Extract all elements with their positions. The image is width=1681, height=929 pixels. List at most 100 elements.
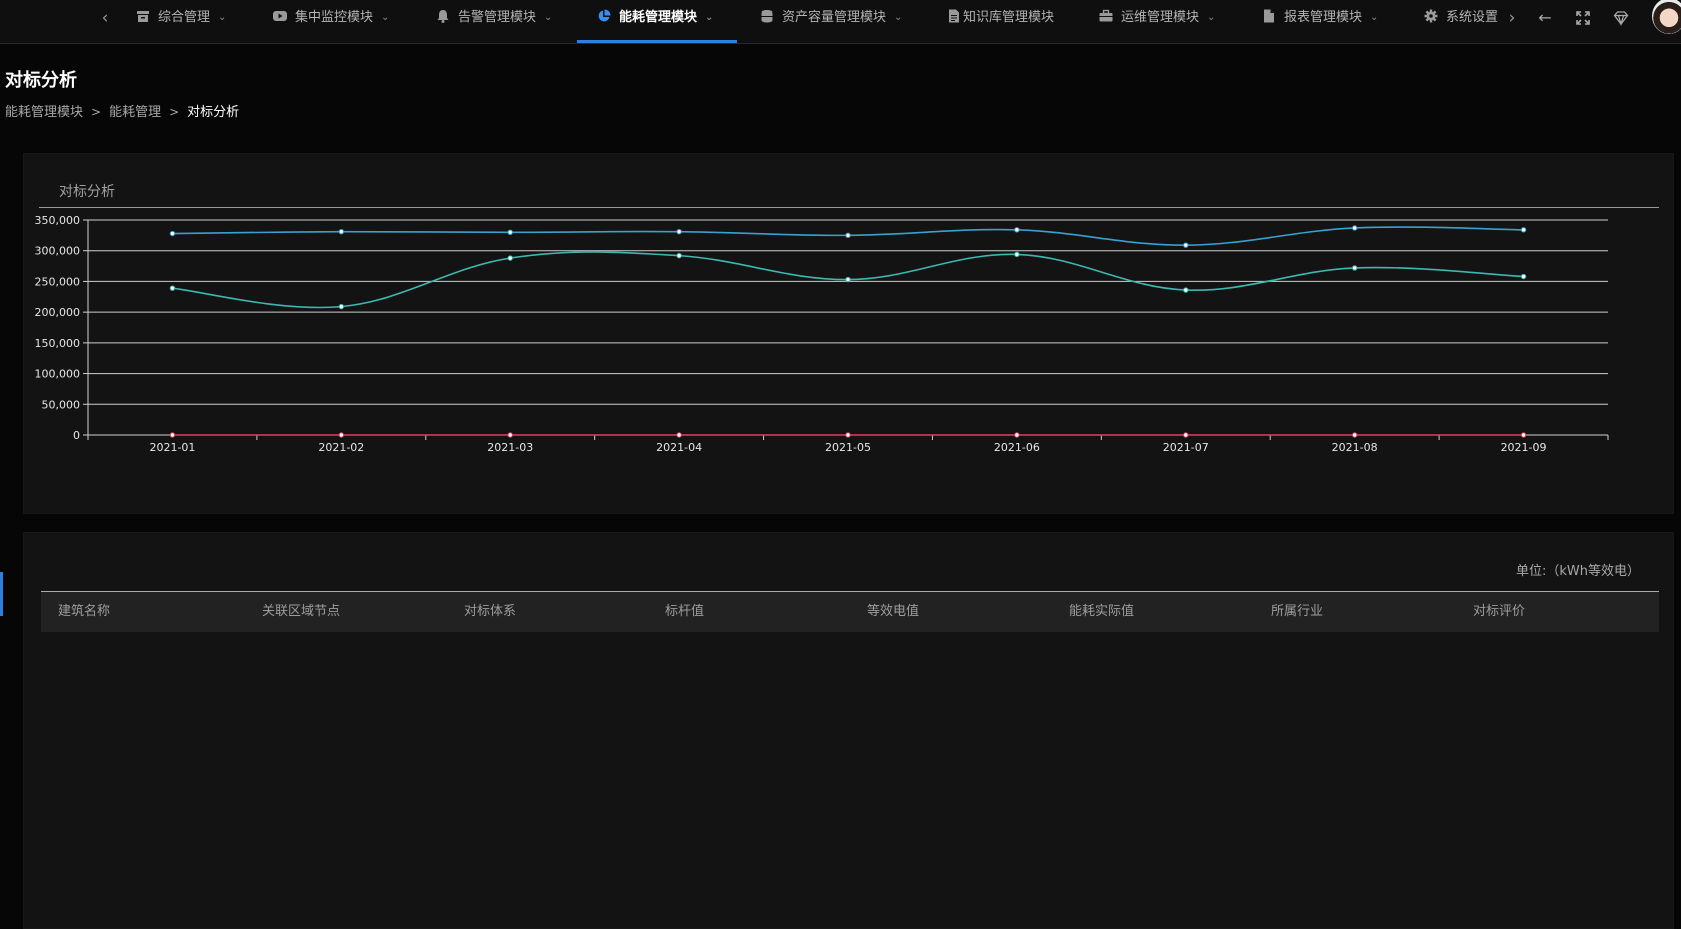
data-point [1183,432,1189,438]
nav-item-label: 能耗管理模块 [619,10,698,25]
x-tick-label: 2021-07 [1163,441,1209,454]
column-header-building-name[interactable]: 建筑名称 [58,592,110,632]
data-point [1520,432,1527,438]
y-tick-label: 350,000 [35,214,81,227]
y-tick-label: 150,000 [35,337,81,350]
nav-item-label: 资产容量管理模块 [782,10,887,25]
y-tick-label: 250,000 [35,275,81,288]
side-indicator [0,572,3,616]
benchmark-line-chart: 0 50,000 100,000 150,000 200,000 250,000 300,0… [35,214,1609,454]
column-header-industry[interactable]: 所属行业 [1271,592,1323,632]
nav-item-label: 运维管理模块 [1121,10,1200,25]
document-icon [949,9,959,23]
x-tick-label: 2021-01 [149,441,195,454]
nav-item-knowledge[interactable]: 知识库管理模块 [947,0,1054,44]
nav-item-alarm[interactable]: 告警管理模块 ⌄ [436,0,552,44]
breadcrumb-item[interactable]: 能耗管理模块 [5,105,83,120]
data-point [676,432,682,438]
data-point [507,432,513,438]
nav-item-label: 报表管理模块 [1284,10,1363,25]
y-tick-label: 50,000 [42,398,81,411]
page-title: 对标分析 [5,70,77,91]
table-header: 建筑名称 关联区域节点 对标体系 标杆值 等效电值 能耗实际值 所属行业 对标评… [41,592,1659,632]
data-point [338,432,345,438]
nav-item-reports[interactable]: 报表管理模块 ⌄ [1262,0,1378,44]
divider [39,207,1659,208]
nav-item-asset[interactable]: 资产容量管理模块 ⌄ [760,0,902,44]
fullscreen-icon[interactable] [1573,8,1593,28]
data-point [507,229,513,235]
column-header-benchmark-system[interactable]: 对标体系 [464,592,516,632]
x-tick-label: 2021-06 [994,441,1040,454]
chevron-down-icon: ⌄ [381,12,390,23]
column-header-actual-consumption[interactable]: 能耗实际值 [1069,592,1134,632]
chevron-right-icon: > [91,105,102,119]
data-point [1014,227,1020,233]
chevron-right-icon: > [169,105,180,119]
chevron-down-icon: ⌄ [218,12,227,23]
pie-chart-icon [598,9,611,22]
data-point [507,255,513,261]
chevron-down-icon: ⌄ [544,12,553,23]
data-point [1351,265,1358,271]
nav-item-comprehensive[interactable]: 综合管理 ⌄ [136,0,226,44]
data-point [845,432,851,438]
nav-item-operations[interactable]: 运维管理模块 ⌄ [1099,0,1215,44]
nav-item-label: 告警管理模块 [458,10,537,25]
data-point [845,232,851,239]
bell-icon [437,10,449,23]
table-panel: 单位:（kWh等效电） 建筑名称 关联区域节点 对标体系 标杆值 等效电值 能耗… [23,532,1674,929]
x-tick-label: 2021-09 [1501,441,1547,454]
nav-scroll-right-icon[interactable]: › [1503,8,1521,28]
column-header-equivalent-power[interactable]: 等效电值 [867,592,919,632]
nav-item-monitoring[interactable]: 集中监控模块 ⌄ [273,0,389,44]
data-point [676,252,682,259]
top-nav: ‹ 综合管理 ⌄ 集中监控模块 ⌄ 告警管理模块 ⌄ 能耗管理模块 ⌄ 资产容量管理模块… [0,0,1681,44]
data-point [676,228,682,235]
data-point [1183,287,1189,293]
data-point [1183,242,1189,248]
archive-icon [137,11,149,22]
nav-item-label: 集中监控模块 [295,10,374,25]
nav-item-label: 综合管理 [158,10,211,25]
chevron-down-icon: ⌄ [1207,12,1216,23]
chevron-down-icon: ⌄ [705,12,714,23]
nav-scroll-left-icon[interactable]: ‹ [96,8,114,28]
data-point [169,230,176,237]
x-tick-label: 2021-05 [825,441,871,454]
data-point [169,285,176,291]
data-point [1351,225,1358,231]
breadcrumb-current: 对标分析 [187,105,240,120]
breadcrumb-item[interactable]: 能耗管理 [109,105,161,120]
nav-item-settings[interactable]: 系统设置 [1424,0,1498,44]
y-tick-label: 100,000 [35,368,81,381]
breadcrumb: 能耗管理模块 > 能耗管理 > 对标分析 [5,101,239,120]
diamond-icon[interactable] [1611,8,1631,28]
x-tick-label: 2021-08 [1332,441,1378,454]
unit-label: 单位:（kWh等效电） [1515,564,1640,579]
data-point [338,303,345,310]
data-point [1014,251,1020,258]
briefcase-icon [1099,9,1113,22]
back-arrow-icon[interactable]: ← [1535,8,1555,28]
data-point [1520,227,1527,233]
chart-panel-title: 对标分析 [59,184,115,200]
database-icon [761,10,773,23]
nav-item-label: 知识库管理模块 [963,10,1055,25]
active-tab-indicator [577,40,738,43]
y-tick-label: 300,000 [35,245,81,258]
data-point [338,228,345,235]
avatar[interactable] [1652,0,1681,34]
data-point [1520,273,1527,280]
nav-item-energy[interactable]: 能耗管理模块 ⌄ [577,0,738,44]
column-header-benchmark-value[interactable]: 标杆值 [665,592,704,632]
chevron-down-icon: ⌄ [894,12,903,23]
chart-panel: 对标分析 0 50,000 100,000 150,000 200,000 250,000… [23,153,1674,514]
data-point [1014,432,1020,438]
x-tick-label: 2021-04 [656,441,702,454]
nav-item-label: 系统设置 [1446,10,1499,25]
x-tick-label: 2021-03 [487,441,533,454]
column-header-region-node[interactable]: 关联区域节点 [262,592,340,632]
column-header-benchmark-evaluation[interactable]: 对标评价 [1473,592,1525,632]
y-tick-label: 0 [73,429,80,442]
